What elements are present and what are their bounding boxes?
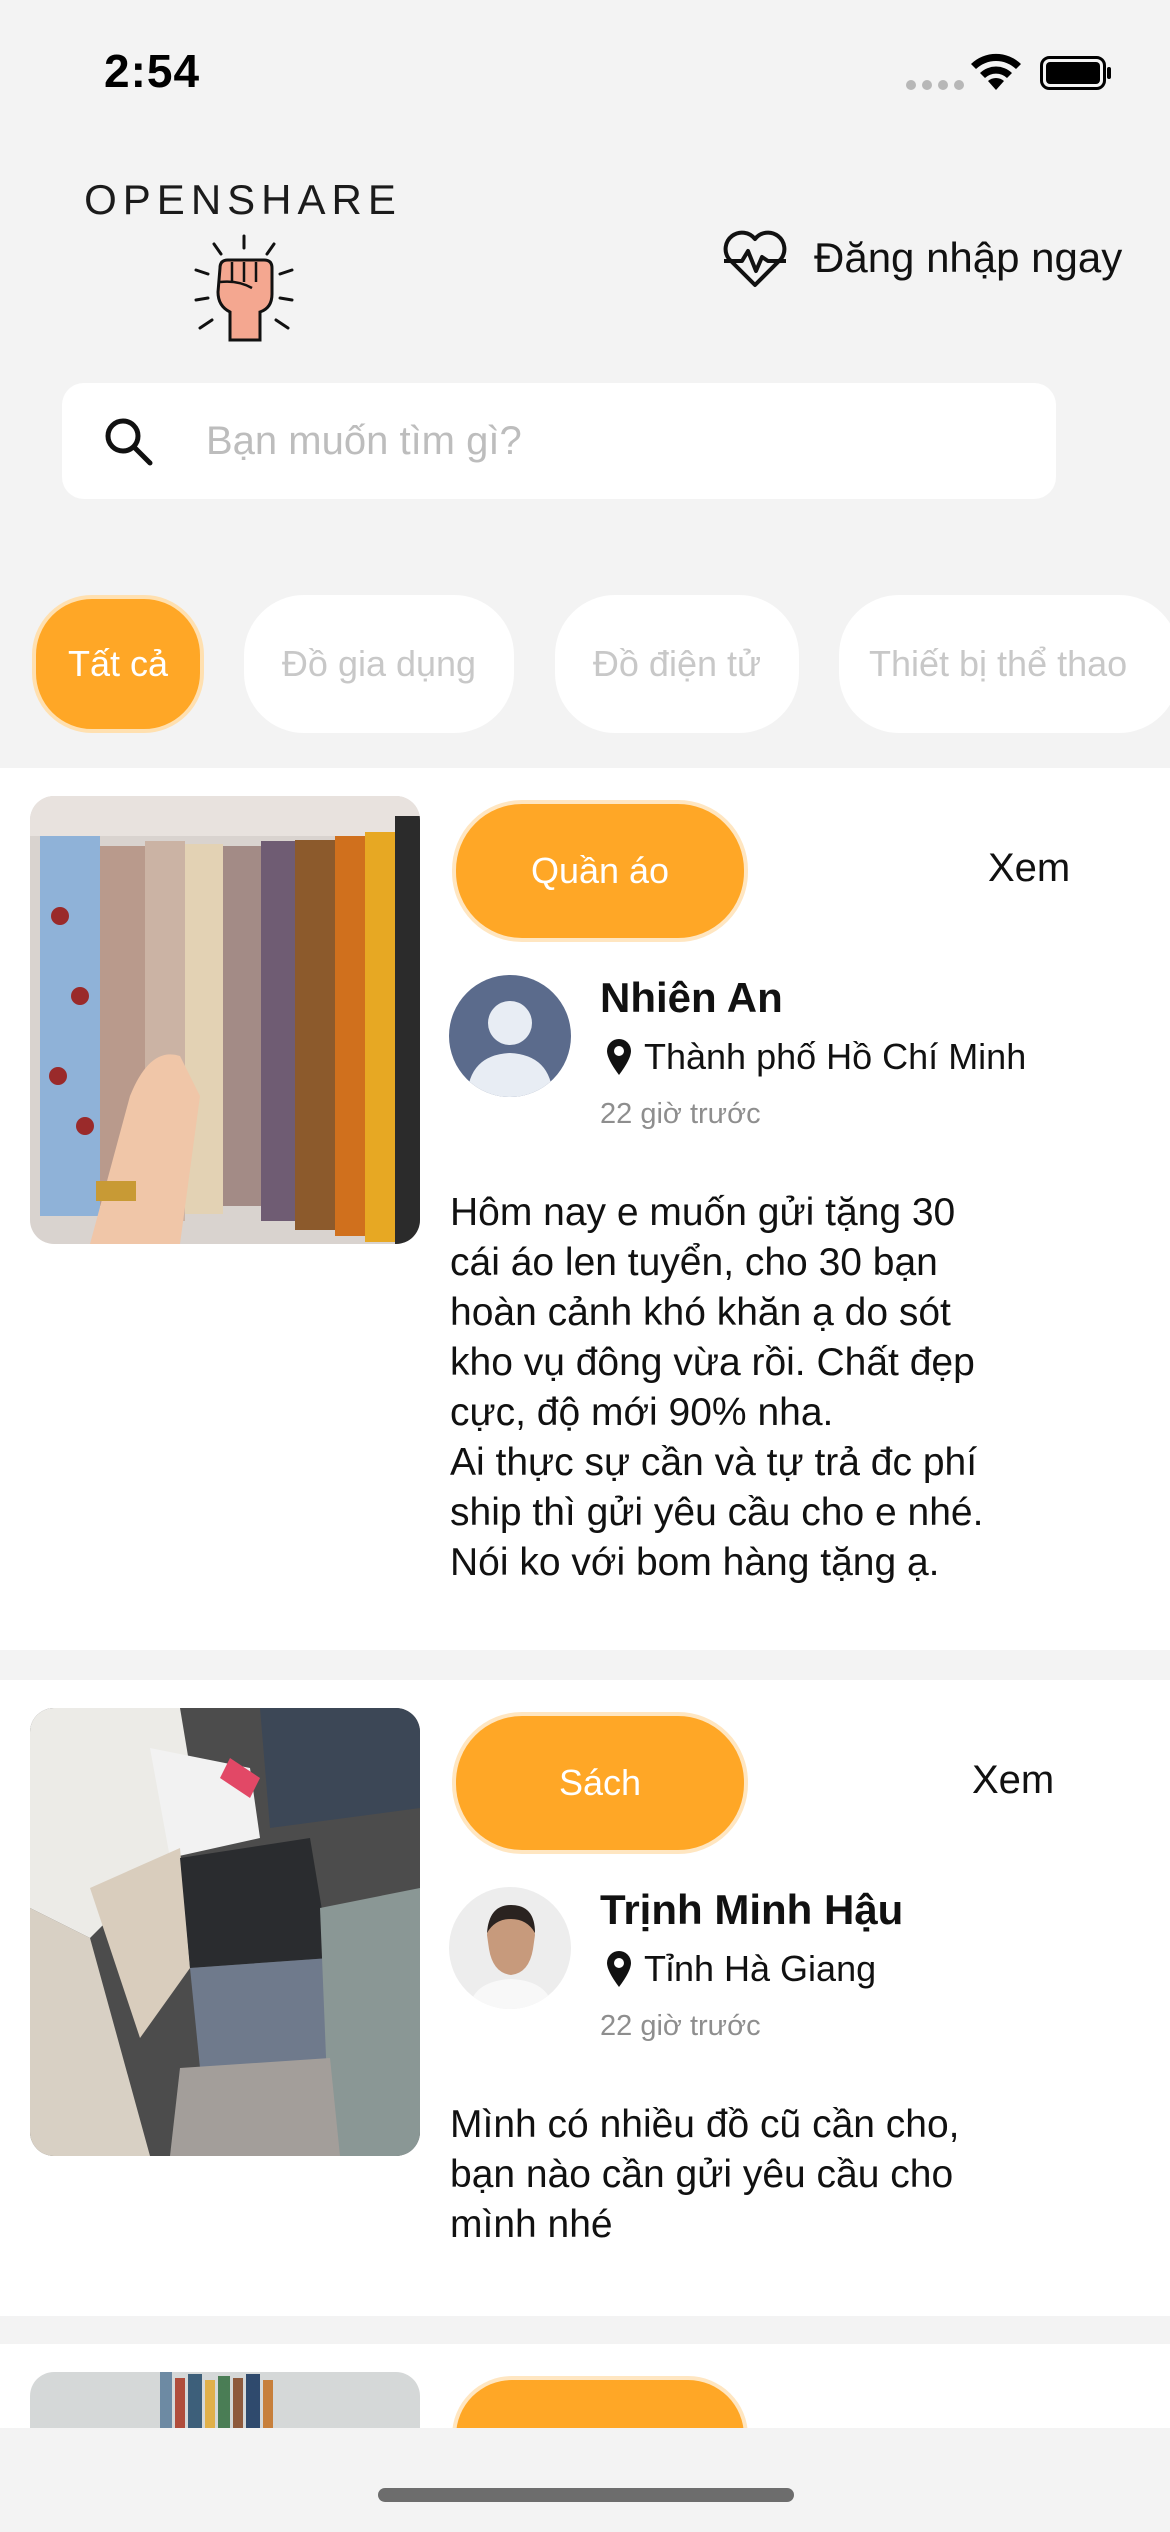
status-time: 2:54	[104, 45, 201, 97]
view-button[interactable]: Xem	[988, 846, 1070, 891]
wifi-icon	[971, 53, 1021, 90]
category-chip-electronics[interactable]: Đồ điện tử	[555, 595, 799, 733]
post-photo-used-clothes	[30, 1708, 420, 2156]
category-chip-sports[interactable]: Thiết bị thể thao	[839, 595, 1170, 733]
location: Tỉnh Hà Giang	[604, 1948, 876, 1990]
avatar	[449, 1887, 571, 2009]
category-tag[interactable]: Quần áo	[452, 800, 748, 942]
avatar	[449, 975, 571, 1097]
category-tag[interactable]	[452, 2376, 748, 2436]
logo-text: OPENSHARE	[84, 176, 402, 223]
search-input[interactable]	[204, 417, 1028, 465]
post-card[interactable]: Sách Xem Trịnh Minh Hậu Tỉnh Hà Giang 22…	[0, 1680, 1170, 2316]
category-filter-row: Tất cả Đồ gia dụng Đồ điện tử Thiết bị t…	[0, 595, 1170, 735]
login-label: Đăng nhập ngay	[814, 234, 1123, 281]
post-time: 22 giờ trước	[600, 1098, 761, 1130]
location: Thành phố Hồ Chí Minh	[604, 1036, 1026, 1078]
author-name: Trịnh Minh Hậu	[600, 1886, 904, 1933]
category-tag[interactable]: Sách	[452, 1712, 748, 1854]
status-bar: 2:54	[0, 0, 1170, 150]
location-pin-icon	[607, 1951, 631, 1987]
battery-icon	[1040, 56, 1111, 90]
post-description: Mình có nhiều đồ cũ cần cho, bạn nào cần…	[450, 2103, 960, 2246]
location-label: Tỉnh Hà Giang	[644, 1948, 877, 1989]
post-time: 22 giờ trước	[600, 2010, 761, 2042]
view-button[interactable]: Xem	[972, 1758, 1054, 1803]
post-photo-clothes	[30, 796, 420, 1244]
home-indicator[interactable]	[378, 2488, 794, 2502]
heart-pulse-icon	[723, 230, 787, 287]
location-pin-icon	[607, 1039, 631, 1075]
cellular-signal-icon	[906, 80, 964, 90]
category-chip-all[interactable]: Tất cả	[32, 595, 204, 733]
openshare-logo: OPENSHARE	[78, 176, 408, 346]
login-link[interactable]: Đăng nhập ngay	[720, 222, 1122, 294]
bottom-safe-area	[0, 2428, 1170, 2532]
raised-fist-icon	[194, 234, 294, 342]
location-label: Thành phố Hồ Chí Minh	[644, 1036, 1027, 1077]
post-card[interactable]: Quần áo Xem Nhiên An Thành phố Hồ Chí Mi…	[0, 768, 1170, 1650]
author-name: Nhiên An	[600, 974, 783, 1021]
search-icon	[105, 418, 153, 466]
post-description: Hôm nay e muốn gửi tặng 30 cái áo len tu…	[450, 1191, 984, 1584]
search-bar[interactable]	[62, 383, 1056, 499]
category-chip-household[interactable]: Đồ gia dụng	[244, 595, 514, 733]
